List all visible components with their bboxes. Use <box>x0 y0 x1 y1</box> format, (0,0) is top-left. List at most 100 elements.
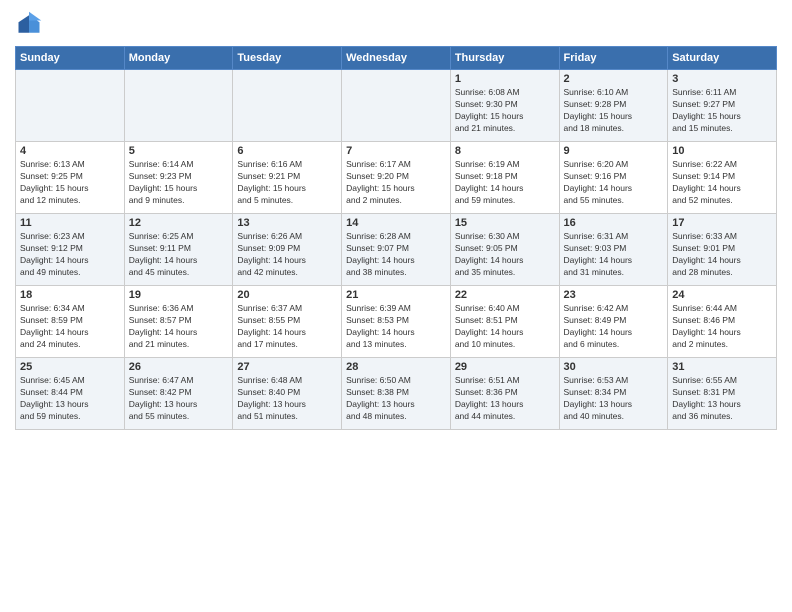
calendar-cell <box>233 70 342 142</box>
day-detail: Sunrise: 6:26 AM Sunset: 9:09 PM Dayligh… <box>237 231 337 279</box>
weekday-header: Wednesday <box>342 47 451 70</box>
day-detail: Sunrise: 6:17 AM Sunset: 9:20 PM Dayligh… <box>346 159 446 207</box>
day-number: 3 <box>672 73 772 85</box>
weekday-header: Friday <box>559 47 668 70</box>
calendar-cell: 11 Sunrise: 6:23 AM Sunset: 9:12 PM Dayli… <box>16 214 125 286</box>
calendar-cell: 29 Sunrise: 6:51 AM Sunset: 8:36 PM Dayli… <box>450 358 559 430</box>
day-number: 17 <box>672 217 772 229</box>
day-detail: Sunrise: 6:50 AM Sunset: 8:38 PM Dayligh… <box>346 375 446 423</box>
day-detail: Sunrise: 6:23 AM Sunset: 9:12 PM Dayligh… <box>20 231 120 279</box>
calendar-cell <box>342 70 451 142</box>
day-detail: Sunrise: 6:44 AM Sunset: 8:46 PM Dayligh… <box>672 303 772 351</box>
calendar-week-row: 11 Sunrise: 6:23 AM Sunset: 9:12 PM Dayli… <box>16 214 777 286</box>
day-number: 31 <box>672 361 772 373</box>
calendar-cell: 17 Sunrise: 6:33 AM Sunset: 9:01 PM Dayli… <box>668 214 777 286</box>
day-detail: Sunrise: 6:31 AM Sunset: 9:03 PM Dayligh… <box>564 231 664 279</box>
calendar-cell: 3 Sunrise: 6:11 AM Sunset: 9:27 PM Daylig… <box>668 70 777 142</box>
day-detail: Sunrise: 6:14 AM Sunset: 9:23 PM Dayligh… <box>129 159 229 207</box>
calendar-cell: 15 Sunrise: 6:30 AM Sunset: 9:05 PM Dayli… <box>450 214 559 286</box>
day-detail: Sunrise: 6:40 AM Sunset: 8:51 PM Dayligh… <box>455 303 555 351</box>
day-detail: Sunrise: 6:34 AM Sunset: 8:59 PM Dayligh… <box>20 303 120 351</box>
calendar-week-row: 25 Sunrise: 6:45 AM Sunset: 8:44 PM Dayli… <box>16 358 777 430</box>
header <box>15 10 777 38</box>
calendar-cell: 1 Sunrise: 6:08 AM Sunset: 9:30 PM Daylig… <box>450 70 559 142</box>
day-number: 22 <box>455 289 555 301</box>
calendar-cell: 24 Sunrise: 6:44 AM Sunset: 8:46 PM Dayli… <box>668 286 777 358</box>
day-number: 25 <box>20 361 120 373</box>
day-number: 26 <box>129 361 229 373</box>
day-detail: Sunrise: 6:22 AM Sunset: 9:14 PM Dayligh… <box>672 159 772 207</box>
calendar-cell: 5 Sunrise: 6:14 AM Sunset: 9:23 PM Daylig… <box>124 142 233 214</box>
weekday-header: Sunday <box>16 47 125 70</box>
day-number: 14 <box>346 217 446 229</box>
calendar-cell <box>124 70 233 142</box>
logo <box>15 10 47 38</box>
day-number: 21 <box>346 289 446 301</box>
day-number: 1 <box>455 73 555 85</box>
weekday-header: Saturday <box>668 47 777 70</box>
day-detail: Sunrise: 6:48 AM Sunset: 8:40 PM Dayligh… <box>237 375 337 423</box>
calendar-cell: 28 Sunrise: 6:50 AM Sunset: 8:38 PM Dayli… <box>342 358 451 430</box>
logo-icon <box>15 10 43 38</box>
calendar-cell: 13 Sunrise: 6:26 AM Sunset: 9:09 PM Dayli… <box>233 214 342 286</box>
day-number: 24 <box>672 289 772 301</box>
page: SundayMondayTuesdayWednesdayThursdayFrid… <box>0 0 792 612</box>
calendar-cell: 9 Sunrise: 6:20 AM Sunset: 9:16 PM Daylig… <box>559 142 668 214</box>
day-detail: Sunrise: 6:55 AM Sunset: 8:31 PM Dayligh… <box>672 375 772 423</box>
day-detail: Sunrise: 6:51 AM Sunset: 8:36 PM Dayligh… <box>455 375 555 423</box>
day-number: 9 <box>564 145 664 157</box>
day-detail: Sunrise: 6:20 AM Sunset: 9:16 PM Dayligh… <box>564 159 664 207</box>
calendar-cell: 14Sunrise: 6:28 AM Sunset: 9:07 PM Dayli… <box>342 214 451 286</box>
day-number: 16 <box>564 217 664 229</box>
calendar-cell: 2 Sunrise: 6:10 AM Sunset: 9:28 PM Daylig… <box>559 70 668 142</box>
day-detail: Sunrise: 6:36 AM Sunset: 8:57 PM Dayligh… <box>129 303 229 351</box>
day-number: 10 <box>672 145 772 157</box>
calendar-cell: 6 Sunrise: 6:16 AM Sunset: 9:21 PM Daylig… <box>233 142 342 214</box>
day-detail: Sunrise: 6:16 AM Sunset: 9:21 PM Dayligh… <box>237 159 337 207</box>
calendar-cell: 10 Sunrise: 6:22 AM Sunset: 9:14 PM Dayli… <box>668 142 777 214</box>
calendar-cell <box>16 70 125 142</box>
calendar-cell: 21Sunrise: 6:39 AM Sunset: 8:53 PM Dayli… <box>342 286 451 358</box>
day-detail: Sunrise: 6:11 AM Sunset: 9:27 PM Dayligh… <box>672 87 772 135</box>
day-number: 28 <box>346 361 446 373</box>
day-detail: Sunrise: 6:45 AM Sunset: 8:44 PM Dayligh… <box>20 375 120 423</box>
day-number: 27 <box>237 361 337 373</box>
day-number: 6 <box>237 145 337 157</box>
calendar-cell: 25 Sunrise: 6:45 AM Sunset: 8:44 PM Dayli… <box>16 358 125 430</box>
weekday-header: Thursday <box>450 47 559 70</box>
day-detail: Sunrise: 6:19 AM Sunset: 9:18 PM Dayligh… <box>455 159 555 207</box>
day-detail: Sunrise: 6:47 AM Sunset: 8:42 PM Dayligh… <box>129 375 229 423</box>
weekday-header: Monday <box>124 47 233 70</box>
calendar-cell: 23Sunrise: 6:42 AM Sunset: 8:49 PM Dayli… <box>559 286 668 358</box>
day-number: 8 <box>455 145 555 157</box>
day-number: 29 <box>455 361 555 373</box>
day-number: 11 <box>20 217 120 229</box>
calendar-cell: 27 Sunrise: 6:48 AM Sunset: 8:40 PM Dayli… <box>233 358 342 430</box>
calendar-cell: 7 Sunrise: 6:17 AM Sunset: 9:20 PM Daylig… <box>342 142 451 214</box>
day-detail: Sunrise: 6:08 AM Sunset: 9:30 PM Dayligh… <box>455 87 555 135</box>
day-detail: Sunrise: 6:10 AM Sunset: 9:28 PM Dayligh… <box>564 87 664 135</box>
day-detail: Sunrise: 6:30 AM Sunset: 9:05 PM Dayligh… <box>455 231 555 279</box>
day-number: 5 <box>129 145 229 157</box>
calendar-cell: 30Sunrise: 6:53 AM Sunset: 8:34 PM Dayli… <box>559 358 668 430</box>
day-detail: Sunrise: 6:25 AM Sunset: 9:11 PM Dayligh… <box>129 231 229 279</box>
calendar-week-row: 1 Sunrise: 6:08 AM Sunset: 9:30 PM Daylig… <box>16 70 777 142</box>
day-detail: Sunrise: 6:13 AM Sunset: 9:25 PM Dayligh… <box>20 159 120 207</box>
calendar-cell: 16 Sunrise: 6:31 AM Sunset: 9:03 PM Dayli… <box>559 214 668 286</box>
day-number: 4 <box>20 145 120 157</box>
calendar-cell: 12 Sunrise: 6:25 AM Sunset: 9:11 PM Dayli… <box>124 214 233 286</box>
day-number: 19 <box>129 289 229 301</box>
day-number: 2 <box>564 73 664 85</box>
day-number: 12 <box>129 217 229 229</box>
day-number: 7 <box>346 145 446 157</box>
day-number: 13 <box>237 217 337 229</box>
calendar-cell: 31 Sunrise: 6:55 AM Sunset: 8:31 PM Dayli… <box>668 358 777 430</box>
day-detail: Sunrise: 6:33 AM Sunset: 9:01 PM Dayligh… <box>672 231 772 279</box>
day-detail: Sunrise: 6:37 AM Sunset: 8:55 PM Dayligh… <box>237 303 337 351</box>
day-number: 15 <box>455 217 555 229</box>
weekday-header-row: SundayMondayTuesdayWednesdayThursdayFrid… <box>16 47 777 70</box>
calendar-cell: 19 Sunrise: 6:36 AM Sunset: 8:57 PM Dayli… <box>124 286 233 358</box>
day-detail: Sunrise: 6:53 AM Sunset: 8:34 PM Dayligh… <box>564 375 664 423</box>
calendar-cell: 20Sunrise: 6:37 AM Sunset: 8:55 PM Dayli… <box>233 286 342 358</box>
calendar-cell: 8 Sunrise: 6:19 AM Sunset: 9:18 PM Daylig… <box>450 142 559 214</box>
